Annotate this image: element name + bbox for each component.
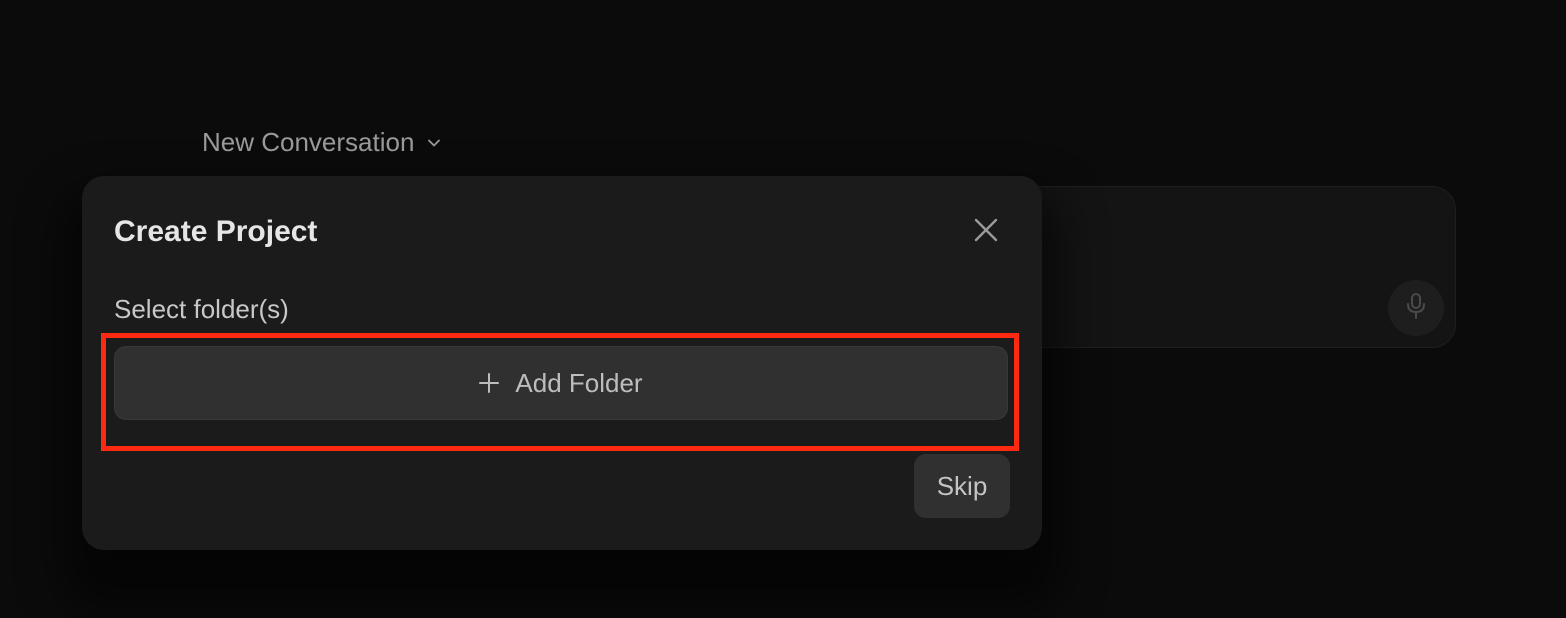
microphone-icon xyxy=(1405,292,1427,325)
create-project-dialog: Create Project Select folder(s) Add Fold… xyxy=(82,176,1042,550)
microphone-button[interactable] xyxy=(1388,280,1444,336)
select-folder-label: Select folder(s) xyxy=(114,294,289,324)
conversation-title-dropdown[interactable]: New Conversation xyxy=(202,124,442,160)
skip-button[interactable]: Skip xyxy=(914,454,1010,518)
conversation-title: New Conversation xyxy=(202,126,415,157)
close-button[interactable] xyxy=(966,212,1006,252)
chevron-down-icon xyxy=(426,135,442,151)
skip-label: Skip xyxy=(936,470,988,501)
app-window: New Conversation Create Project Select f… xyxy=(0,0,1566,618)
close-icon xyxy=(973,217,999,248)
dialog-title: Create Project xyxy=(114,215,318,248)
add-folder-button[interactable]: Add Folder xyxy=(114,346,1008,420)
plus-icon xyxy=(479,373,500,393)
add-folder-label: Add Folder xyxy=(515,367,643,398)
